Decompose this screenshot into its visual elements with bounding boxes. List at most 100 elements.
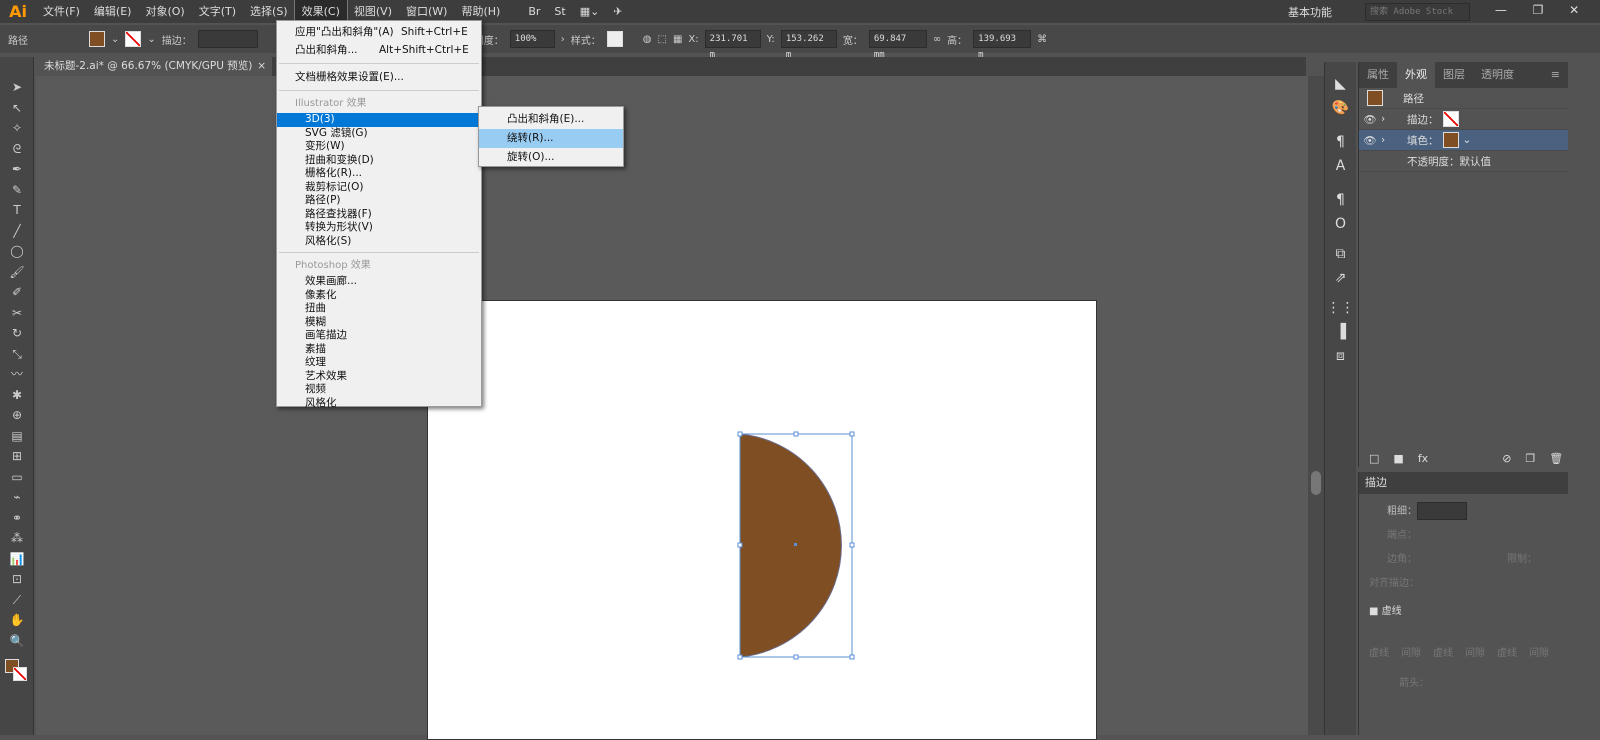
menu-item-rasterize[interactable]: 栅格化(R)... bbox=[277, 167, 481, 181]
graph-tool-icon[interactable]: 📊 bbox=[0, 549, 34, 570]
type-tool-icon[interactable]: T bbox=[0, 200, 34, 221]
width-input[interactable]: 69.847 mm bbox=[868, 30, 927, 60]
tab-transparency[interactable]: 透明度 bbox=[1473, 62, 1522, 88]
visibility-eye-icon[interactable]: 👁 bbox=[1359, 134, 1381, 147]
slice-tool-icon[interactable]: ⟋ bbox=[0, 590, 34, 611]
transform-icon[interactable]: ⌘ bbox=[1037, 34, 1047, 45]
menu-item-blur[interactable]: 模糊 bbox=[277, 316, 481, 330]
ellipse-tool-icon[interactable]: ◯ bbox=[0, 241, 34, 262]
appearance-fill-row[interactable]: 👁 › 填色： ⌄ bbox=[1359, 130, 1568, 151]
add-stroke-icon[interactable]: □ bbox=[1369, 452, 1379, 465]
scrollbar-thumb[interactable] bbox=[1311, 471, 1321, 495]
vertical-scrollbar[interactable] bbox=[1308, 76, 1324, 735]
eyedropper-tool-icon[interactable]: ⌁ bbox=[0, 487, 34, 508]
expand-chevron-icon[interactable]: › bbox=[1381, 113, 1407, 125]
shape-builder-tool-icon[interactable]: ⊕ bbox=[0, 405, 34, 426]
menu-type[interactable]: 文字(T) bbox=[192, 0, 243, 23]
hand-tool-icon[interactable]: ✋ bbox=[0, 610, 34, 631]
gpu-icon[interactable]: ✈ bbox=[606, 0, 629, 23]
stock-icon[interactable]: St bbox=[547, 0, 572, 23]
stroke-weight-input[interactable] bbox=[197, 30, 258, 48]
visibility-eye-icon[interactable]: 👁 bbox=[1359, 113, 1381, 126]
minimize-button[interactable]: — bbox=[1495, 3, 1507, 17]
document-raster-settings[interactable]: 文档栅格效果设置(E)... bbox=[277, 68, 481, 86]
menu-item-pathfinder[interactable]: 路径查找器(F) bbox=[277, 208, 481, 222]
close-button[interactable]: ✕ bbox=[1569, 3, 1579, 17]
menu-item-stylize[interactable]: 风格化(S) bbox=[277, 235, 481, 249]
panel-menu-icon[interactable]: ≡ bbox=[1543, 62, 1568, 88]
zoom-tool-icon[interactable]: 🔍 bbox=[0, 631, 34, 652]
distribute-icon[interactable]: ▐ bbox=[1325, 320, 1356, 344]
menu-item-warp[interactable]: 变形(W) bbox=[277, 140, 481, 154]
gradient-tool-icon[interactable]: ▭ bbox=[0, 467, 34, 488]
graphic-styles-icon[interactable]: 🎨 bbox=[1325, 96, 1356, 120]
restore-button[interactable]: ❐ bbox=[1533, 3, 1544, 17]
paragraph-style-icon[interactable]: ¶ bbox=[1325, 130, 1356, 154]
menu-item-video[interactable]: 视频 bbox=[277, 383, 481, 397]
character-icon[interactable]: A bbox=[1325, 154, 1356, 178]
menu-item-brush-strokes[interactable]: 画笔描边 bbox=[277, 329, 481, 343]
appearance-stroke-row[interactable]: 👁 › 描边： bbox=[1359, 109, 1568, 130]
stroke-color-icon[interactable] bbox=[13, 667, 27, 681]
menu-item-crop-marks[interactable]: 裁剪标记(O) bbox=[277, 181, 481, 195]
menu-item-effect-gallery[interactable]: 效果画廊... bbox=[277, 275, 481, 289]
menu-object[interactable]: 对象(O) bbox=[138, 0, 191, 23]
menu-item-3d[interactable]: 3D(3) bbox=[277, 113, 481, 127]
half-circle-shape[interactable] bbox=[730, 425, 865, 670]
brushes-panel-icon[interactable]: ◣ bbox=[1325, 72, 1356, 96]
menu-item-pixelate[interactable]: 像素化 bbox=[277, 289, 481, 303]
tab-layers[interactable]: 图层 bbox=[1435, 62, 1473, 88]
fx-icon[interactable]: fx bbox=[1418, 452, 1428, 465]
stock-search-input[interactable]: 搜索 Adobe Stock bbox=[1365, 3, 1470, 21]
lasso-tool-icon[interactable]: ᘓ bbox=[0, 139, 34, 160]
apply-last-effect[interactable]: 应用"凸出和斜角"(A) Shift+Ctrl+E bbox=[277, 23, 481, 41]
fill-swatch[interactable] bbox=[89, 31, 105, 47]
stroke-swatch[interactable] bbox=[125, 31, 142, 47]
menu-item-extrude-bevel[interactable]: 凸出和斜角(E)... bbox=[479, 110, 623, 129]
opacity-input[interactable]: 100% bbox=[509, 30, 555, 48]
paragraph-icon[interactable]: ¶ bbox=[1325, 188, 1356, 212]
blend-tool-icon[interactable]: ⚭ bbox=[0, 508, 34, 529]
puppet-warp-tool-icon[interactable]: ✱ bbox=[0, 385, 34, 406]
half-circle-path[interactable] bbox=[739, 433, 842, 658]
fill-stroke-widget[interactable] bbox=[0, 651, 33, 681]
menu-edit[interactable]: 编辑(E) bbox=[87, 0, 139, 23]
pathfinder-icon[interactable]: ⧉ bbox=[1325, 242, 1356, 266]
shaper-tool-icon[interactable]: ✐ bbox=[0, 282, 34, 303]
selection-tool-icon[interactable]: ➤ bbox=[0, 77, 34, 98]
mesh-tool-icon[interactable]: ⊞ bbox=[0, 446, 34, 467]
y-input[interactable]: 153.262 m bbox=[780, 30, 837, 60]
menu-item-distort-transform[interactable]: 扭曲和变换(D) bbox=[277, 154, 481, 168]
menu-item-svg-filters[interactable]: SVG 滤镜(G) bbox=[277, 127, 481, 141]
menu-item-path[interactable]: 路径(P) bbox=[277, 194, 481, 208]
add-fill-icon[interactable]: ■ bbox=[1393, 452, 1403, 465]
dashed-checkbox[interactable]: ■ bbox=[1369, 606, 1378, 617]
line-tool-icon[interactable]: ╱ bbox=[0, 221, 34, 242]
delete-icon[interactable]: 🗑 bbox=[1549, 452, 1563, 465]
align-icon[interactable]: ⬚ bbox=[658, 34, 667, 45]
curvature-tool-icon[interactable]: ✎ bbox=[0, 180, 34, 201]
direct-selection-tool-icon[interactable]: ↖ bbox=[0, 98, 34, 119]
align-panel-icon[interactable]: ⋮⋮ bbox=[1325, 296, 1356, 320]
rotate-tool-icon[interactable]: ↻ bbox=[0, 323, 34, 344]
fill-swatch-icon[interactable] bbox=[1442, 132, 1459, 148]
weight-input[interactable] bbox=[1417, 502, 1467, 520]
perspective-grid-tool-icon[interactable]: ▤ bbox=[0, 426, 34, 447]
paintbrush-tool-icon[interactable]: 🖌 bbox=[0, 262, 34, 283]
tab-appearance[interactable]: 外观 bbox=[1397, 62, 1435, 88]
transform-panel-icon[interactable]: ⧈ bbox=[1325, 344, 1356, 368]
menu-item-ps-stylize[interactable]: 风格化 bbox=[277, 397, 481, 411]
menu-item-revolve[interactable]: 绕转(R)... bbox=[479, 129, 623, 148]
menu-item-sketch[interactable]: 素描 bbox=[277, 343, 481, 357]
clear-icon[interactable]: ⊘ bbox=[1502, 452, 1511, 465]
pen-tool-icon[interactable]: ✒ bbox=[0, 159, 34, 180]
opentype-icon[interactable]: O bbox=[1325, 212, 1356, 236]
recolor-icon[interactable]: ◍ bbox=[643, 34, 652, 45]
scale-tool-icon[interactable]: ⤡ bbox=[0, 344, 34, 365]
bridge-icon[interactable]: Br bbox=[521, 0, 547, 23]
scissors-tool-icon[interactable]: ✂ bbox=[0, 303, 34, 324]
warp-tool-icon[interactable]: 〰 bbox=[0, 364, 34, 385]
menu-item-convert-to-shape[interactable]: 转换为形状(V) bbox=[277, 221, 481, 235]
menu-item-artistic[interactable]: 艺术效果 bbox=[277, 370, 481, 384]
stroke-panel-title[interactable]: 描边 bbox=[1365, 476, 1387, 489]
